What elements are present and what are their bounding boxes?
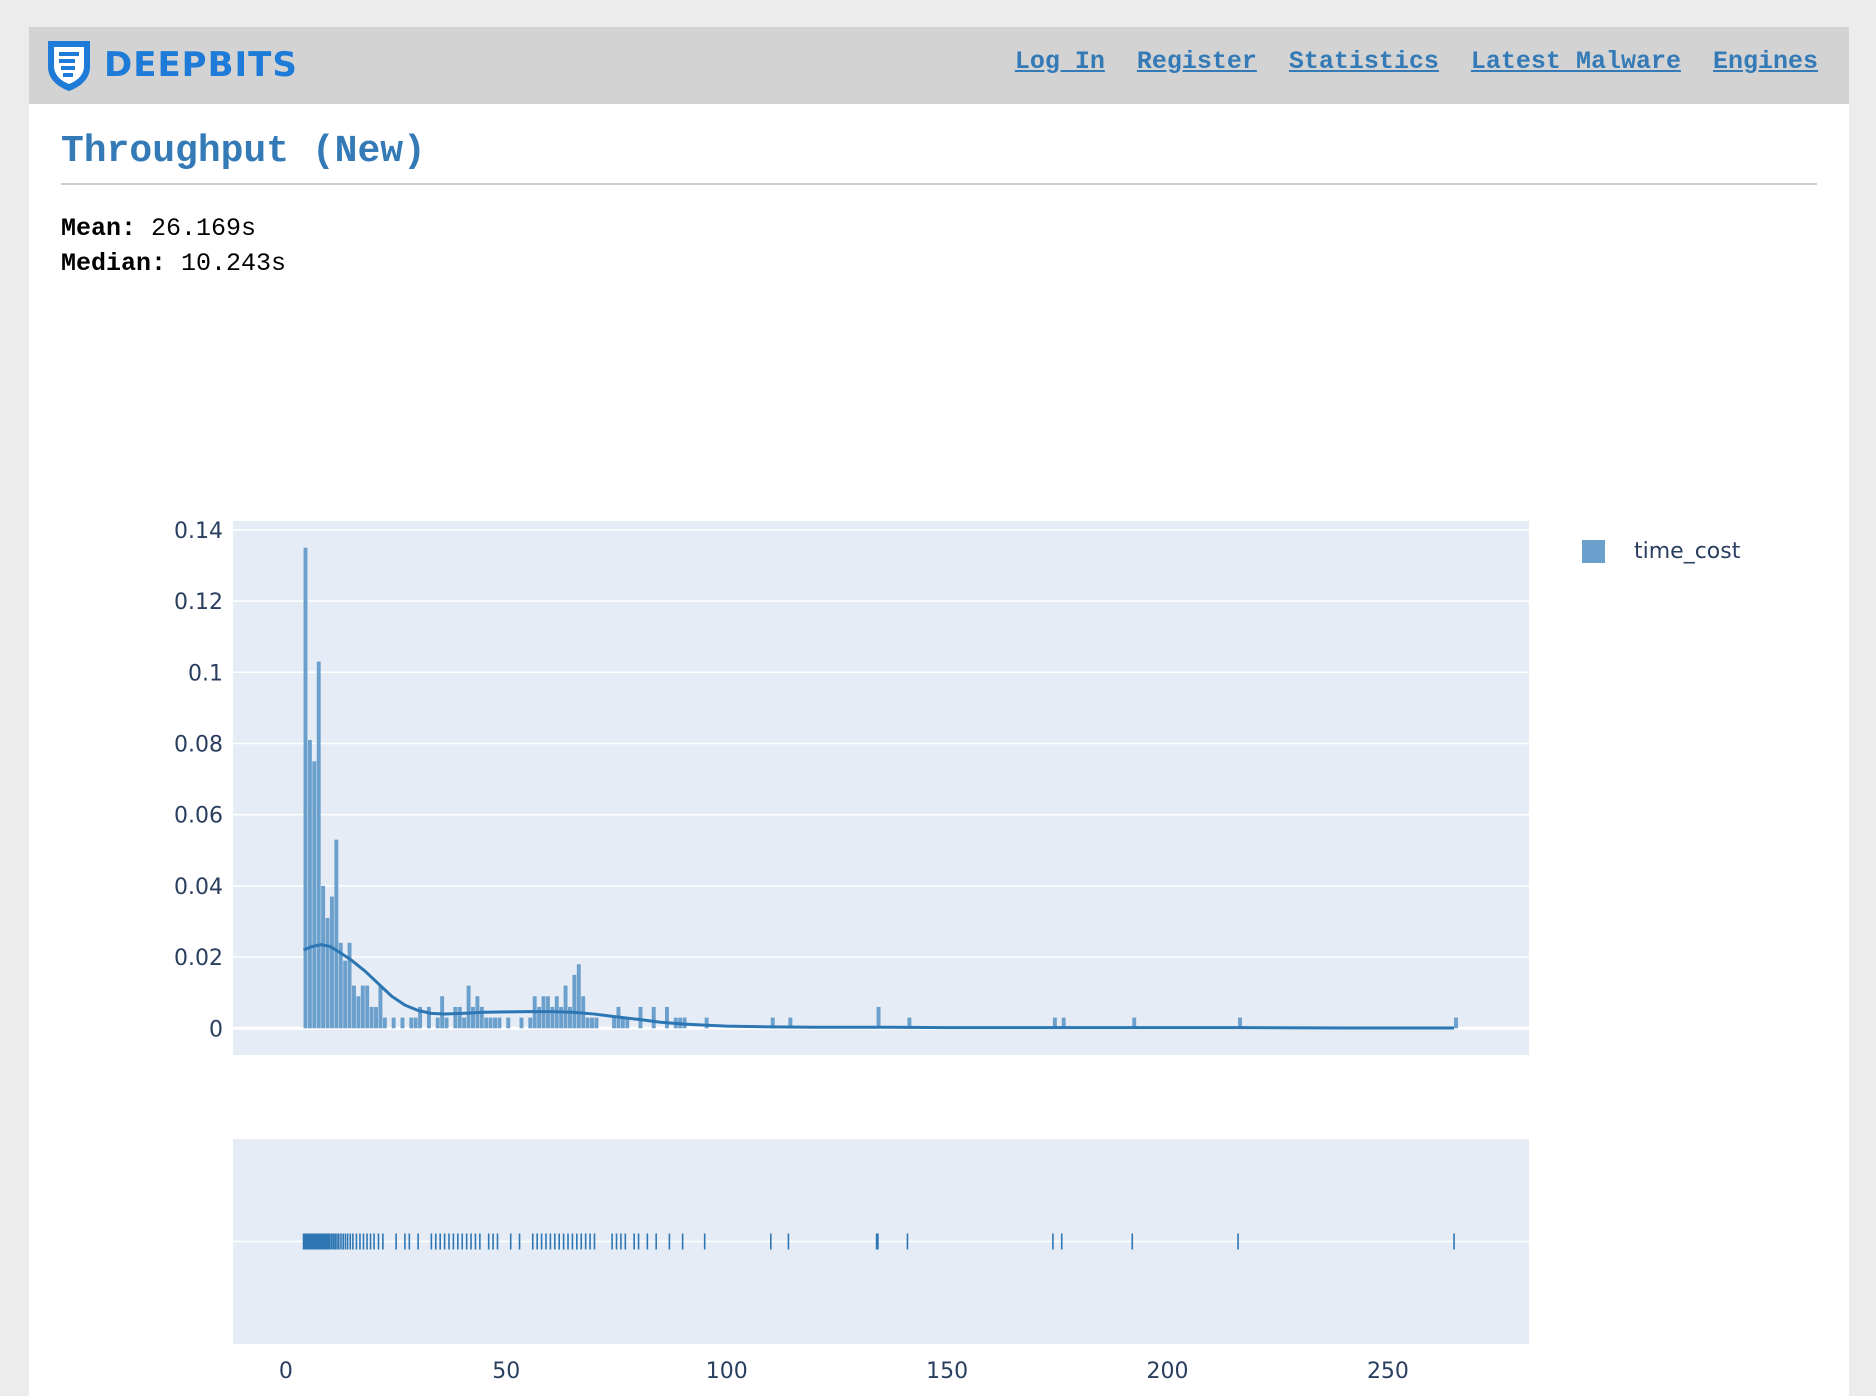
histogram-bar[interactable] (365, 985, 370, 1029)
histogram-bar[interactable] (590, 1017, 594, 1029)
histogram-bar[interactable] (413, 1017, 418, 1029)
x-tick-label: 200 (1147, 1359, 1189, 1384)
histogram-bar[interactable] (594, 1017, 599, 1029)
histogram-bar[interactable] (479, 1006, 484, 1029)
histogram-bar[interactable] (559, 1006, 564, 1029)
histogram-bar[interactable] (426, 1006, 431, 1029)
histogram-bar[interactable] (612, 1017, 617, 1029)
histogram-bar[interactable] (435, 1017, 440, 1029)
histogram-bar[interactable] (466, 985, 471, 1029)
histogram-bar[interactable] (1454, 1017, 1458, 1029)
x-tick-label: 250 (1367, 1359, 1409, 1384)
distribution-chart: 0 0.02 0.04 0.06 0.08 0.1 0.12 0.14 0 50 100 150 20… (174, 519, 1741, 1384)
histogram-bar[interactable] (876, 1006, 881, 1029)
histogram-bar[interactable] (329, 896, 334, 1029)
histogram-bar[interactable] (576, 964, 581, 1029)
histogram-bar[interactable] (563, 985, 568, 1029)
y-tick-label: 0 (209, 1017, 223, 1042)
histogram-bar[interactable] (325, 917, 330, 1029)
histogram-bar[interactable] (484, 1017, 489, 1029)
histogram-bar[interactable] (400, 1017, 405, 1029)
y-tick-label: 0.1 (188, 661, 223, 686)
histogram-bar[interactable] (462, 1017, 467, 1029)
y-tick-label: 0.14 (174, 519, 223, 544)
histogram-bar[interactable] (374, 1006, 378, 1029)
histogram-bar[interactable] (528, 1017, 533, 1029)
histogram-bar[interactable] (343, 960, 348, 1029)
x-tick-label: 100 (706, 1359, 748, 1384)
histogram-bar[interactable] (356, 996, 361, 1029)
histogram-bar[interactable] (303, 547, 308, 1029)
y-tick-labels: 0 0.02 0.04 0.06 0.08 0.1 0.12 0.14 (174, 519, 223, 1042)
x-tick-labels: 0 50 100 150 200 250 (279, 1359, 1409, 1384)
histogram-bar[interactable] (352, 985, 356, 1029)
histogram-bar[interactable] (665, 1006, 669, 1029)
histogram-bar[interactable] (493, 1017, 497, 1029)
legend-label-time-cost: time_cost (1634, 539, 1741, 564)
histogram-bar[interactable] (391, 1017, 396, 1029)
page-container: DEEPBITS Log In Register Statistics Late… (29, 27, 1849, 1396)
x-tick-label: 50 (492, 1359, 520, 1384)
histogram-bar[interactable] (347, 942, 352, 1029)
y-tick-label: 0.08 (174, 733, 223, 758)
legend-swatch-time-cost (1582, 540, 1605, 563)
histogram-bar[interactable] (378, 985, 383, 1029)
x-tick-label: 150 (926, 1359, 968, 1384)
histogram-bar[interactable] (382, 1017, 387, 1029)
histogram-bar[interactable] (651, 1006, 656, 1029)
histogram-bar[interactable] (519, 1017, 524, 1029)
histogram-bar[interactable] (638, 1006, 643, 1029)
histogram-bar[interactable] (334, 839, 339, 1029)
y-tick-label: 0.12 (174, 590, 223, 615)
y-tick-label: 0.02 (174, 946, 223, 971)
histogram-bar[interactable] (497, 1017, 502, 1029)
legend[interactable]: time_cost (1582, 539, 1741, 564)
y-tick-label: 0.04 (174, 875, 223, 900)
histogram-bar[interactable] (369, 1006, 374, 1029)
histogram-bar[interactable] (409, 1017, 414, 1029)
histogram-bar[interactable] (444, 1017, 449, 1029)
histogram-bar[interactable] (471, 1006, 475, 1029)
histogram-bar[interactable] (312, 761, 317, 1029)
histogram-bar[interactable] (307, 739, 312, 1029)
histogram-bar[interactable] (321, 885, 326, 1029)
histogram-bar[interactable] (440, 996, 445, 1029)
x-tick-label: 0 (279, 1359, 293, 1384)
histogram-bar[interactable] (568, 1006, 572, 1029)
histogram-bar[interactable] (585, 1017, 590, 1029)
y-tick-label: 0.06 (174, 804, 223, 829)
histogram-bar[interactable] (453, 1006, 458, 1029)
histogram-bar[interactable] (506, 1017, 511, 1029)
histogram-bar[interactable] (360, 985, 365, 1029)
histogram-bar[interactable] (316, 661, 321, 1029)
histogram-bar[interactable] (488, 1017, 493, 1029)
histogram-bar[interactable] (457, 1006, 462, 1029)
histogram-bar[interactable] (572, 974, 577, 1029)
